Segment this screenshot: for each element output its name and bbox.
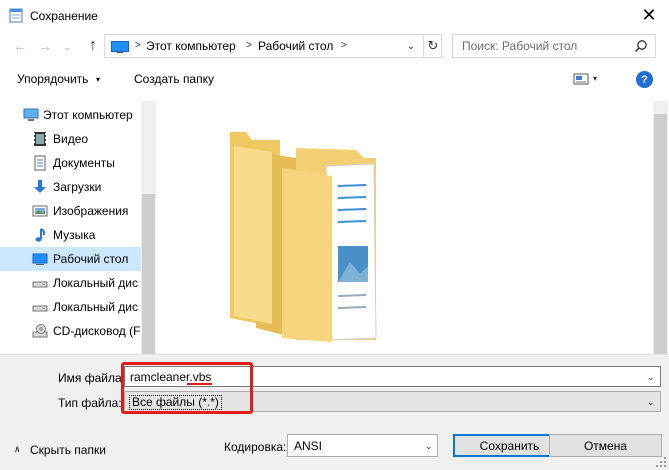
- chevron-down-icon[interactable]: ⌄: [647, 372, 655, 383]
- sidebar-item-label: Музыка: [53, 228, 96, 242]
- sidebar-item-documents[interactable]: Документы: [0, 151, 141, 175]
- empty-folder-illustration: [230, 132, 377, 342]
- refresh-button[interactable]: ↻: [424, 35, 442, 57]
- caret-down-icon[interactable]: ▾: [593, 74, 597, 83]
- chevron-right-icon[interactable]: >: [341, 40, 347, 51]
- downloads-icon: [34, 180, 46, 193]
- navigation-scrollbar-thumb[interactable]: [142, 194, 155, 354]
- view-options-icon[interactable]: [573, 72, 589, 86]
- sidebar-item-label: Локальный дис: [53, 276, 138, 290]
- address-dropdown-button[interactable]: ⌄: [404, 39, 418, 53]
- navigation-pane: Этот компьютер Видео Документы Загрузки …: [0, 101, 156, 354]
- sidebar-item-label: Видео: [53, 132, 89, 146]
- filetype-label: Тип файла:: [58, 396, 122, 410]
- drive-icon: [32, 281, 48, 288]
- sidebar-item-cd-drive[interactable]: CD-дисковод (F: [0, 319, 141, 343]
- annotation-underline: [187, 383, 212, 385]
- sidebar-item-label: Изображения: [53, 204, 129, 218]
- file-list-area[interactable]: [156, 101, 653, 354]
- hide-folders-button[interactable]: Скрыть папки: [30, 443, 106, 457]
- sidebar-item-music[interactable]: Музыка: [0, 223, 141, 247]
- recent-locations-button[interactable]: ⌄: [60, 35, 74, 59]
- sidebar-item-label: CD-дисковод (F: [53, 324, 141, 338]
- documents-icon: [34, 155, 46, 171]
- sidebar-item-local-disk[interactable]: Локальный дис: [0, 295, 141, 319]
- help-button[interactable]: ?: [636, 71, 653, 88]
- toolbar: Упорядочить ▾ Создать папку ▾ ?: [0, 64, 669, 94]
- encoding-select[interactable]: ANSI ⌄: [287, 434, 438, 457]
- new-folder-button[interactable]: Создать папку: [134, 72, 214, 86]
- pictures-icon: [32, 205, 48, 217]
- sidebar-item-label: Документы: [53, 156, 115, 170]
- video-icon: [34, 132, 46, 146]
- search-icon[interactable]: [634, 39, 648, 53]
- file-list-scrollbar-thumb[interactable]: [654, 114, 667, 354]
- sidebar-item-this-pc[interactable]: Этот компьютер: [0, 103, 141, 127]
- sidebar-item-label: Загрузки: [53, 180, 102, 194]
- organize-button[interactable]: Упорядочить: [17, 72, 88, 86]
- drive-icon: [32, 305, 48, 312]
- notepad-icon: [9, 8, 23, 23]
- sidebar-item-downloads[interactable]: Загрузки: [0, 175, 141, 199]
- computer-icon: [23, 108, 39, 121]
- sidebar-item-desktop[interactable]: Рабочий стол: [0, 247, 141, 271]
- up-button[interactable]: ↑: [82, 34, 104, 58]
- chevron-down-icon[interactable]: ⌄: [425, 441, 433, 452]
- music-icon: [35, 228, 46, 242]
- chevron-up-icon[interactable]: ∧: [14, 444, 21, 455]
- title-bar: Сохранение ✕: [0, 0, 669, 31]
- sidebar-item-label: Локальный дис: [53, 300, 138, 314]
- breadcrumb-desktop[interactable]: Рабочий стол: [258, 39, 333, 53]
- caret-down-icon[interactable]: ▾: [96, 75, 100, 84]
- desktop-icon: [111, 41, 129, 53]
- resize-grip-icon[interactable]: [655, 456, 667, 468]
- cd-drive-icon: [32, 324, 48, 338]
- encoding-label: Кодировка:: [224, 440, 287, 454]
- filename-label: Имя файла:: [58, 371, 125, 385]
- forward-button[interactable]: →: [34, 34, 56, 58]
- sidebar-item-label: Рабочий стол: [53, 252, 129, 266]
- chevron-down-icon[interactable]: ⌄: [647, 397, 655, 408]
- back-button[interactable]: ←: [9, 34, 31, 58]
- address-bar[interactable]: > Этот компьютер > Рабочий стол > ⌄ ↻: [104, 34, 442, 58]
- search-input[interactable]: Поиск: Рабочий стол: [462, 39, 577, 53]
- desktop-icon: [32, 253, 48, 265]
- chevron-right-icon[interactable]: >: [246, 40, 252, 51]
- chevron-right-icon[interactable]: >: [135, 40, 141, 51]
- annotation-highlight-box: [121, 362, 253, 414]
- sidebar-item-video[interactable]: Видео: [0, 127, 141, 151]
- close-button[interactable]: ✕: [629, 0, 669, 31]
- cancel-button[interactable]: Отмена: [549, 434, 662, 457]
- sidebar-item-pictures[interactable]: Изображения: [0, 199, 141, 223]
- sidebar-item-label: Этот компьютер: [43, 108, 133, 122]
- window-title: Сохранение: [30, 9, 98, 23]
- sidebar-item-local-disk[interactable]: Локальный дис: [0, 271, 141, 295]
- search-box[interactable]: Поиск: Рабочий стол: [452, 34, 656, 58]
- encoding-value[interactable]: ANSI: [294, 439, 322, 453]
- breadcrumb-this-pc[interactable]: Этот компьютер: [146, 39, 236, 53]
